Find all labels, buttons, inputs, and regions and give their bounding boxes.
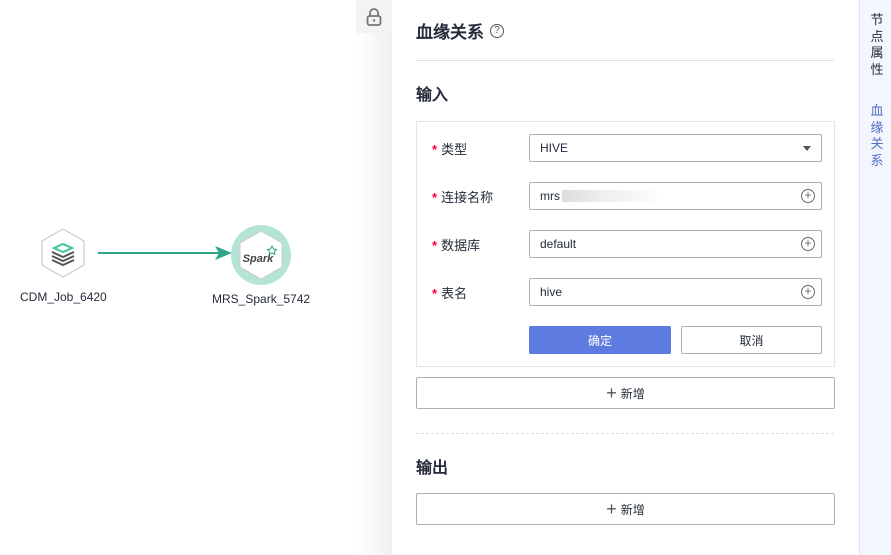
label-text: 数据库	[441, 238, 480, 253]
field-label-type: * 类型	[432, 139, 467, 158]
plus-icon: +	[606, 387, 617, 399]
add-circle-icon[interactable]: +	[801, 237, 815, 251]
connection-input[interactable]: mrs +	[529, 182, 822, 210]
divider	[416, 60, 834, 61]
caret-down-icon	[803, 146, 811, 151]
node-cdm-job[interactable]	[42, 229, 84, 277]
lineage-panel: 血缘关系? 输入 * 类型 HIVE * 连接名称 mrs + * 数据库 defaul…	[392, 0, 859, 555]
add-circle-icon[interactable]: +	[801, 285, 815, 299]
node-mrs-spark[interactable]: Spark	[231, 225, 291, 285]
panel-title-text: 血缘关系	[416, 18, 484, 43]
plus-icon: +	[606, 503, 617, 515]
dag-graph: Spark	[0, 0, 392, 555]
required-star: *	[432, 286, 437, 301]
add-output-button[interactable]: + 新增	[416, 493, 835, 525]
table-value: hive	[540, 285, 562, 299]
lock-icon	[366, 8, 382, 26]
field-label-connection: * 连接名称	[432, 187, 493, 206]
required-star: *	[432, 238, 437, 253]
canvas-shade	[356, 33, 392, 555]
required-star: *	[432, 142, 437, 157]
connection-value: mrs	[540, 189, 560, 203]
lock-button[interactable]	[356, 0, 392, 33]
type-select[interactable]: HIVE	[529, 134, 822, 162]
database-value: default	[540, 237, 576, 251]
panel-title: 血缘关系?	[416, 18, 504, 43]
add-label: 新增	[621, 501, 645, 518]
required-star: *	[432, 190, 437, 205]
output-section-title: 输出	[416, 454, 448, 478]
label-text: 连接名称	[441, 190, 493, 205]
add-circle-icon[interactable]: +	[801, 189, 815, 203]
table-input[interactable]: hive +	[529, 278, 822, 306]
tab-node-properties[interactable]: 节点属性	[870, 12, 884, 78]
dag-canvas[interactable]: Spark CDM_Job_6420 MRS_Spark_5742	[0, 0, 392, 555]
help-icon[interactable]: ?	[490, 24, 504, 38]
label-text: 类型	[441, 142, 467, 157]
cancel-button[interactable]: 取消	[681, 326, 822, 354]
input-form: * 类型 HIVE * 连接名称 mrs + * 数据库 default + * 表名 hi…	[416, 121, 835, 367]
database-input[interactable]: default +	[529, 230, 822, 258]
right-sidebar: 节点属性 血缘关系	[859, 0, 891, 555]
field-label-table: * 表名	[432, 283, 467, 302]
tab-lineage[interactable]: 血缘关系	[870, 103, 884, 169]
confirm-button[interactable]: 确定	[529, 326, 671, 354]
node-label: MRS_Spark_5742	[212, 292, 310, 306]
add-input-button[interactable]: + 新增	[416, 377, 835, 409]
input-section-title: 输入	[416, 81, 448, 105]
redacted-text	[562, 190, 662, 202]
dashed-divider	[416, 433, 834, 434]
node-label: CDM_Job_6420	[20, 290, 107, 304]
add-label: 新增	[621, 385, 645, 402]
field-label-database: * 数据库	[432, 235, 480, 254]
label-text: 表名	[441, 286, 467, 301]
type-value: HIVE	[540, 141, 568, 155]
